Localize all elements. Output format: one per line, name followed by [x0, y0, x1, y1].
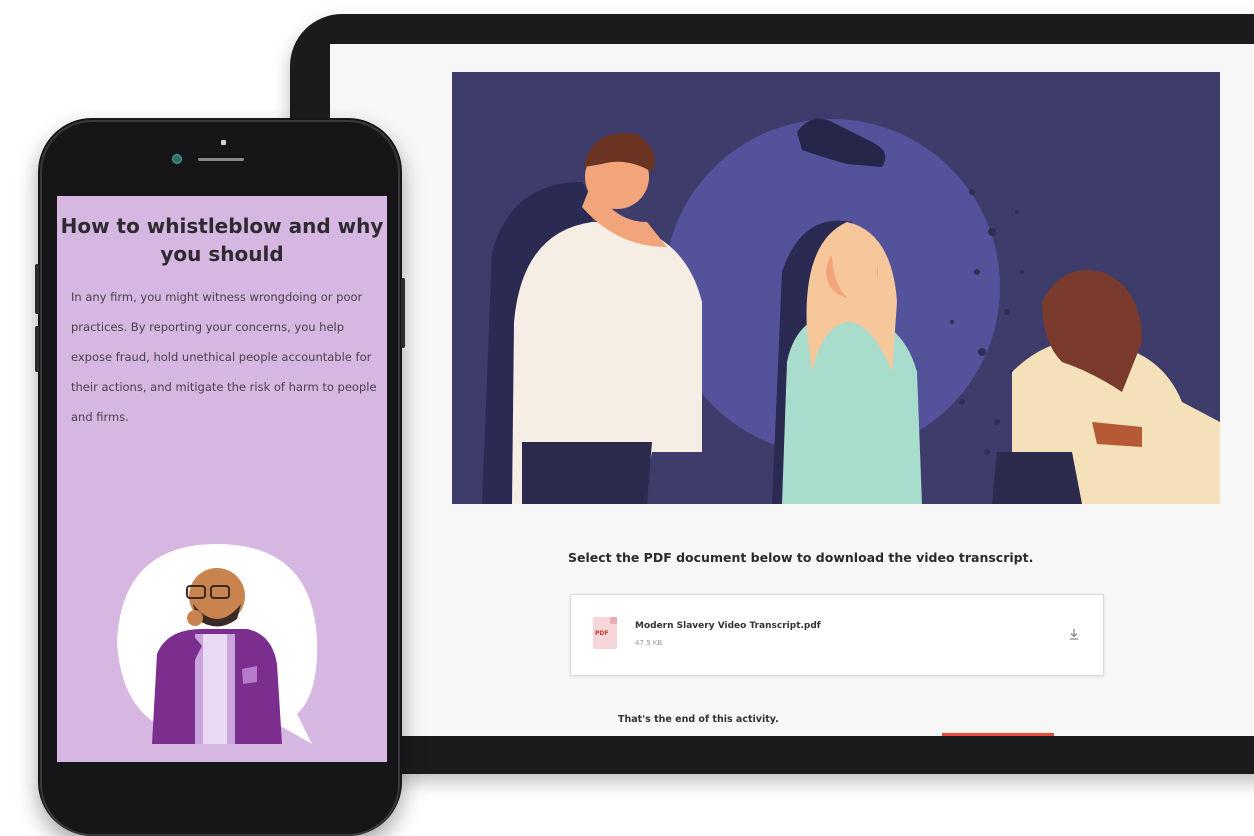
- transcript-instructions: Select the PDF document below to downloa…: [568, 550, 1034, 565]
- phone-body-text: In any firm, you might witness wrongdoin…: [71, 290, 377, 424]
- phone-page-title: How to whistleblow and why you should: [60, 214, 384, 266]
- download-icon[interactable]: [1067, 627, 1081, 641]
- volume-down-button: [35, 326, 39, 372]
- camera-icon: [172, 154, 182, 164]
- activity-end-text: That's the end of this activity.: [618, 714, 779, 725]
- file-size: 47.5 KB: [635, 639, 663, 647]
- speaker-grille: [198, 158, 244, 161]
- volume-up-button: [35, 264, 39, 314]
- hero-illustration: [452, 72, 1220, 504]
- power-button: [401, 278, 405, 348]
- tablet-screen: Select the PDF document below to downloa…: [330, 44, 1254, 736]
- phone-screen: How to whistleblow and why you should In…: [57, 196, 387, 762]
- hero-illustration-art: [452, 72, 1220, 504]
- speech-bubble-illustration: [117, 544, 318, 744]
- continue-button-edge[interactable]: [942, 733, 1054, 736]
- tablet-device: Select the PDF document below to downloa…: [290, 14, 1254, 774]
- pdf-download-card[interactable]: PDF Modern Slavery Video Transcript.pdf …: [570, 594, 1104, 676]
- sensor: [221, 140, 226, 145]
- pdf-badge: PDF: [595, 630, 609, 637]
- file-name[interactable]: Modern Slavery Video Transcript.pdf: [635, 621, 821, 631]
- phone-device: How to whistleblow and why you should In…: [35, 118, 405, 836]
- pdf-file-icon: PDF: [593, 617, 617, 649]
